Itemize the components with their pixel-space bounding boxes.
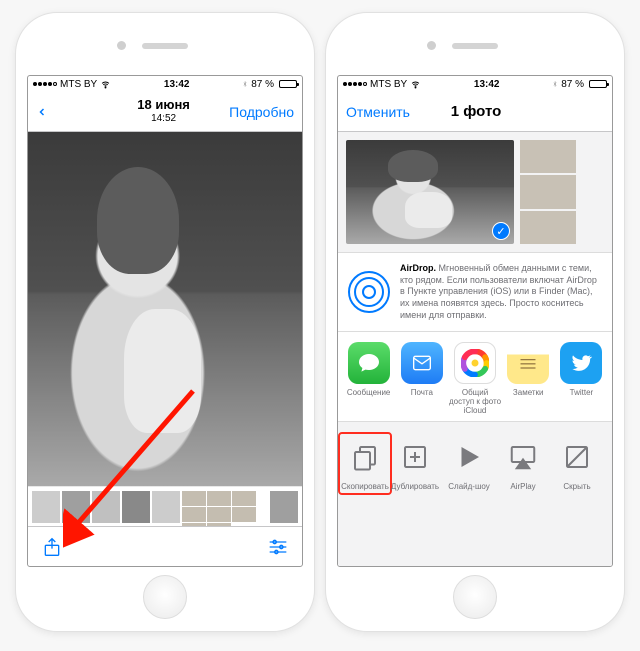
share-actions-row: Скопировать Дублировать Слайд-шоу [338, 422, 612, 497]
status-bar: MTS BY 13:42 87 % [28, 76, 302, 92]
sliders-icon [267, 537, 289, 557]
share-app-notes[interactable]: Заметки [502, 342, 555, 415]
app-label: Сообщение [347, 388, 391, 397]
bluetooth-icon [552, 79, 558, 89]
action-hide[interactable]: Скрыть [550, 436, 604, 491]
airdrop-title: AirDrop. [400, 263, 436, 273]
signal-dots-icon [343, 82, 367, 86]
app-label: Twitter [570, 388, 594, 397]
selected-photos-row[interactable]: ✓ [338, 132, 612, 252]
cancel-button[interactable]: Отменить [346, 104, 410, 120]
duplicate-icon [394, 436, 436, 478]
app-label: Заметки [513, 388, 544, 397]
airplay-icon [502, 436, 544, 478]
phone-speaker [142, 43, 188, 49]
action-label: Слайд-шоу [448, 482, 489, 491]
photo-viewer[interactable] [28, 132, 302, 486]
nav-bar: Отменить 1 фото [338, 92, 612, 132]
messages-icon [348, 342, 390, 384]
canvas: MTS BY 13:42 87 % 18 июня 14:52 [0, 0, 640, 644]
status-right: 87 % [242, 79, 297, 90]
nav-title: 1 фото [410, 103, 542, 120]
screen-left: MTS BY 13:42 87 % 18 июня 14:52 [27, 75, 303, 567]
app-label: Почта [411, 388, 433, 397]
photo-time: 14:52 [98, 113, 229, 125]
action-label: Дублировать [391, 482, 439, 491]
wifi-icon [410, 80, 421, 89]
status-right: 87 % [552, 79, 607, 90]
home-button[interactable] [453, 575, 497, 619]
adjust-button[interactable] [266, 535, 290, 559]
selected-photo[interactable]: ✓ [346, 140, 514, 244]
details-button[interactable]: Подробно [229, 104, 294, 120]
share-app-mail[interactable]: Почта [395, 342, 448, 415]
action-airplay[interactable]: AirPlay [496, 436, 550, 491]
action-slideshow[interactable]: Слайд-шоу [442, 436, 496, 491]
carrier-label: MTS BY [370, 79, 407, 90]
phone-right: MTS BY 13:42 87 % Отменить 1 фото [325, 12, 625, 632]
share-app-icloud[interactable]: Общий доступ к фото iCloud [448, 342, 501, 415]
action-label: AirPlay [510, 482, 535, 491]
share-app-twitter[interactable]: Twitter [555, 342, 608, 415]
bluetooth-icon [242, 79, 248, 89]
home-button[interactable] [143, 575, 187, 619]
share-button[interactable] [40, 535, 64, 559]
airdrop-section[interactable]: AirDrop. Мгновенный обмен данными с теми… [338, 252, 612, 332]
play-icon [448, 436, 490, 478]
screen-right: MTS BY 13:42 87 % Отменить 1 фото [337, 75, 613, 567]
phone-left: MTS BY 13:42 87 % 18 июня 14:52 [15, 12, 315, 632]
adjacent-thumbnails[interactable] [520, 140, 576, 244]
action-duplicate[interactable]: Дублировать [388, 436, 442, 491]
status-time: 13:42 [111, 79, 242, 90]
phone-speaker [452, 43, 498, 49]
bottom-toolbar [28, 526, 302, 566]
action-label: Скопировать [341, 482, 389, 491]
share-icon [42, 535, 62, 559]
mail-icon [401, 342, 443, 384]
hide-icon [556, 436, 598, 478]
status-time: 13:42 [421, 79, 552, 90]
status-left: MTS BY [343, 79, 421, 90]
battery-percent: 87 % [251, 79, 274, 90]
signal-dots-icon [33, 82, 57, 86]
status-left: MTS BY [33, 79, 111, 90]
photo-date: 18 июня [98, 98, 229, 113]
selection-check-icon: ✓ [492, 222, 510, 240]
back-button[interactable] [36, 103, 98, 121]
app-label: Общий доступ к фото iCloud [448, 388, 501, 415]
phone-camera [117, 41, 126, 50]
nav-title-block: 18 июня 14:52 [98, 98, 229, 124]
action-copy[interactable]: Скопировать [338, 432, 392, 495]
battery-icon [279, 80, 297, 88]
chevron-left-icon [36, 103, 48, 121]
battery-icon [589, 80, 607, 88]
carrier-label: MTS BY [60, 79, 97, 90]
copy-icon [344, 436, 386, 478]
icloud-photo-icon [454, 342, 496, 384]
action-label: Скрыть [563, 482, 590, 491]
twitter-icon [560, 342, 602, 384]
photo-content [28, 132, 302, 486]
share-app-messages[interactable]: Сообщение [342, 342, 395, 415]
nav-bar: 18 июня 14:52 Подробно [28, 92, 302, 132]
battery-percent: 87 % [561, 79, 584, 90]
wifi-icon [100, 80, 111, 89]
share-sheet: ✓ AirDrop. Мгновенный обмен данными с те… [338, 132, 612, 566]
notes-icon [507, 342, 549, 384]
status-bar: MTS BY 13:42 87 % [338, 76, 612, 92]
airdrop-icon [348, 271, 390, 313]
airdrop-text: AirDrop. Мгновенный обмен данными с теми… [400, 263, 602, 321]
share-apps-row: Сообщение Почта Общий доступ к фото iClo… [338, 332, 612, 422]
phone-camera [427, 41, 436, 50]
thumbnail-strip[interactable] [28, 486, 302, 526]
